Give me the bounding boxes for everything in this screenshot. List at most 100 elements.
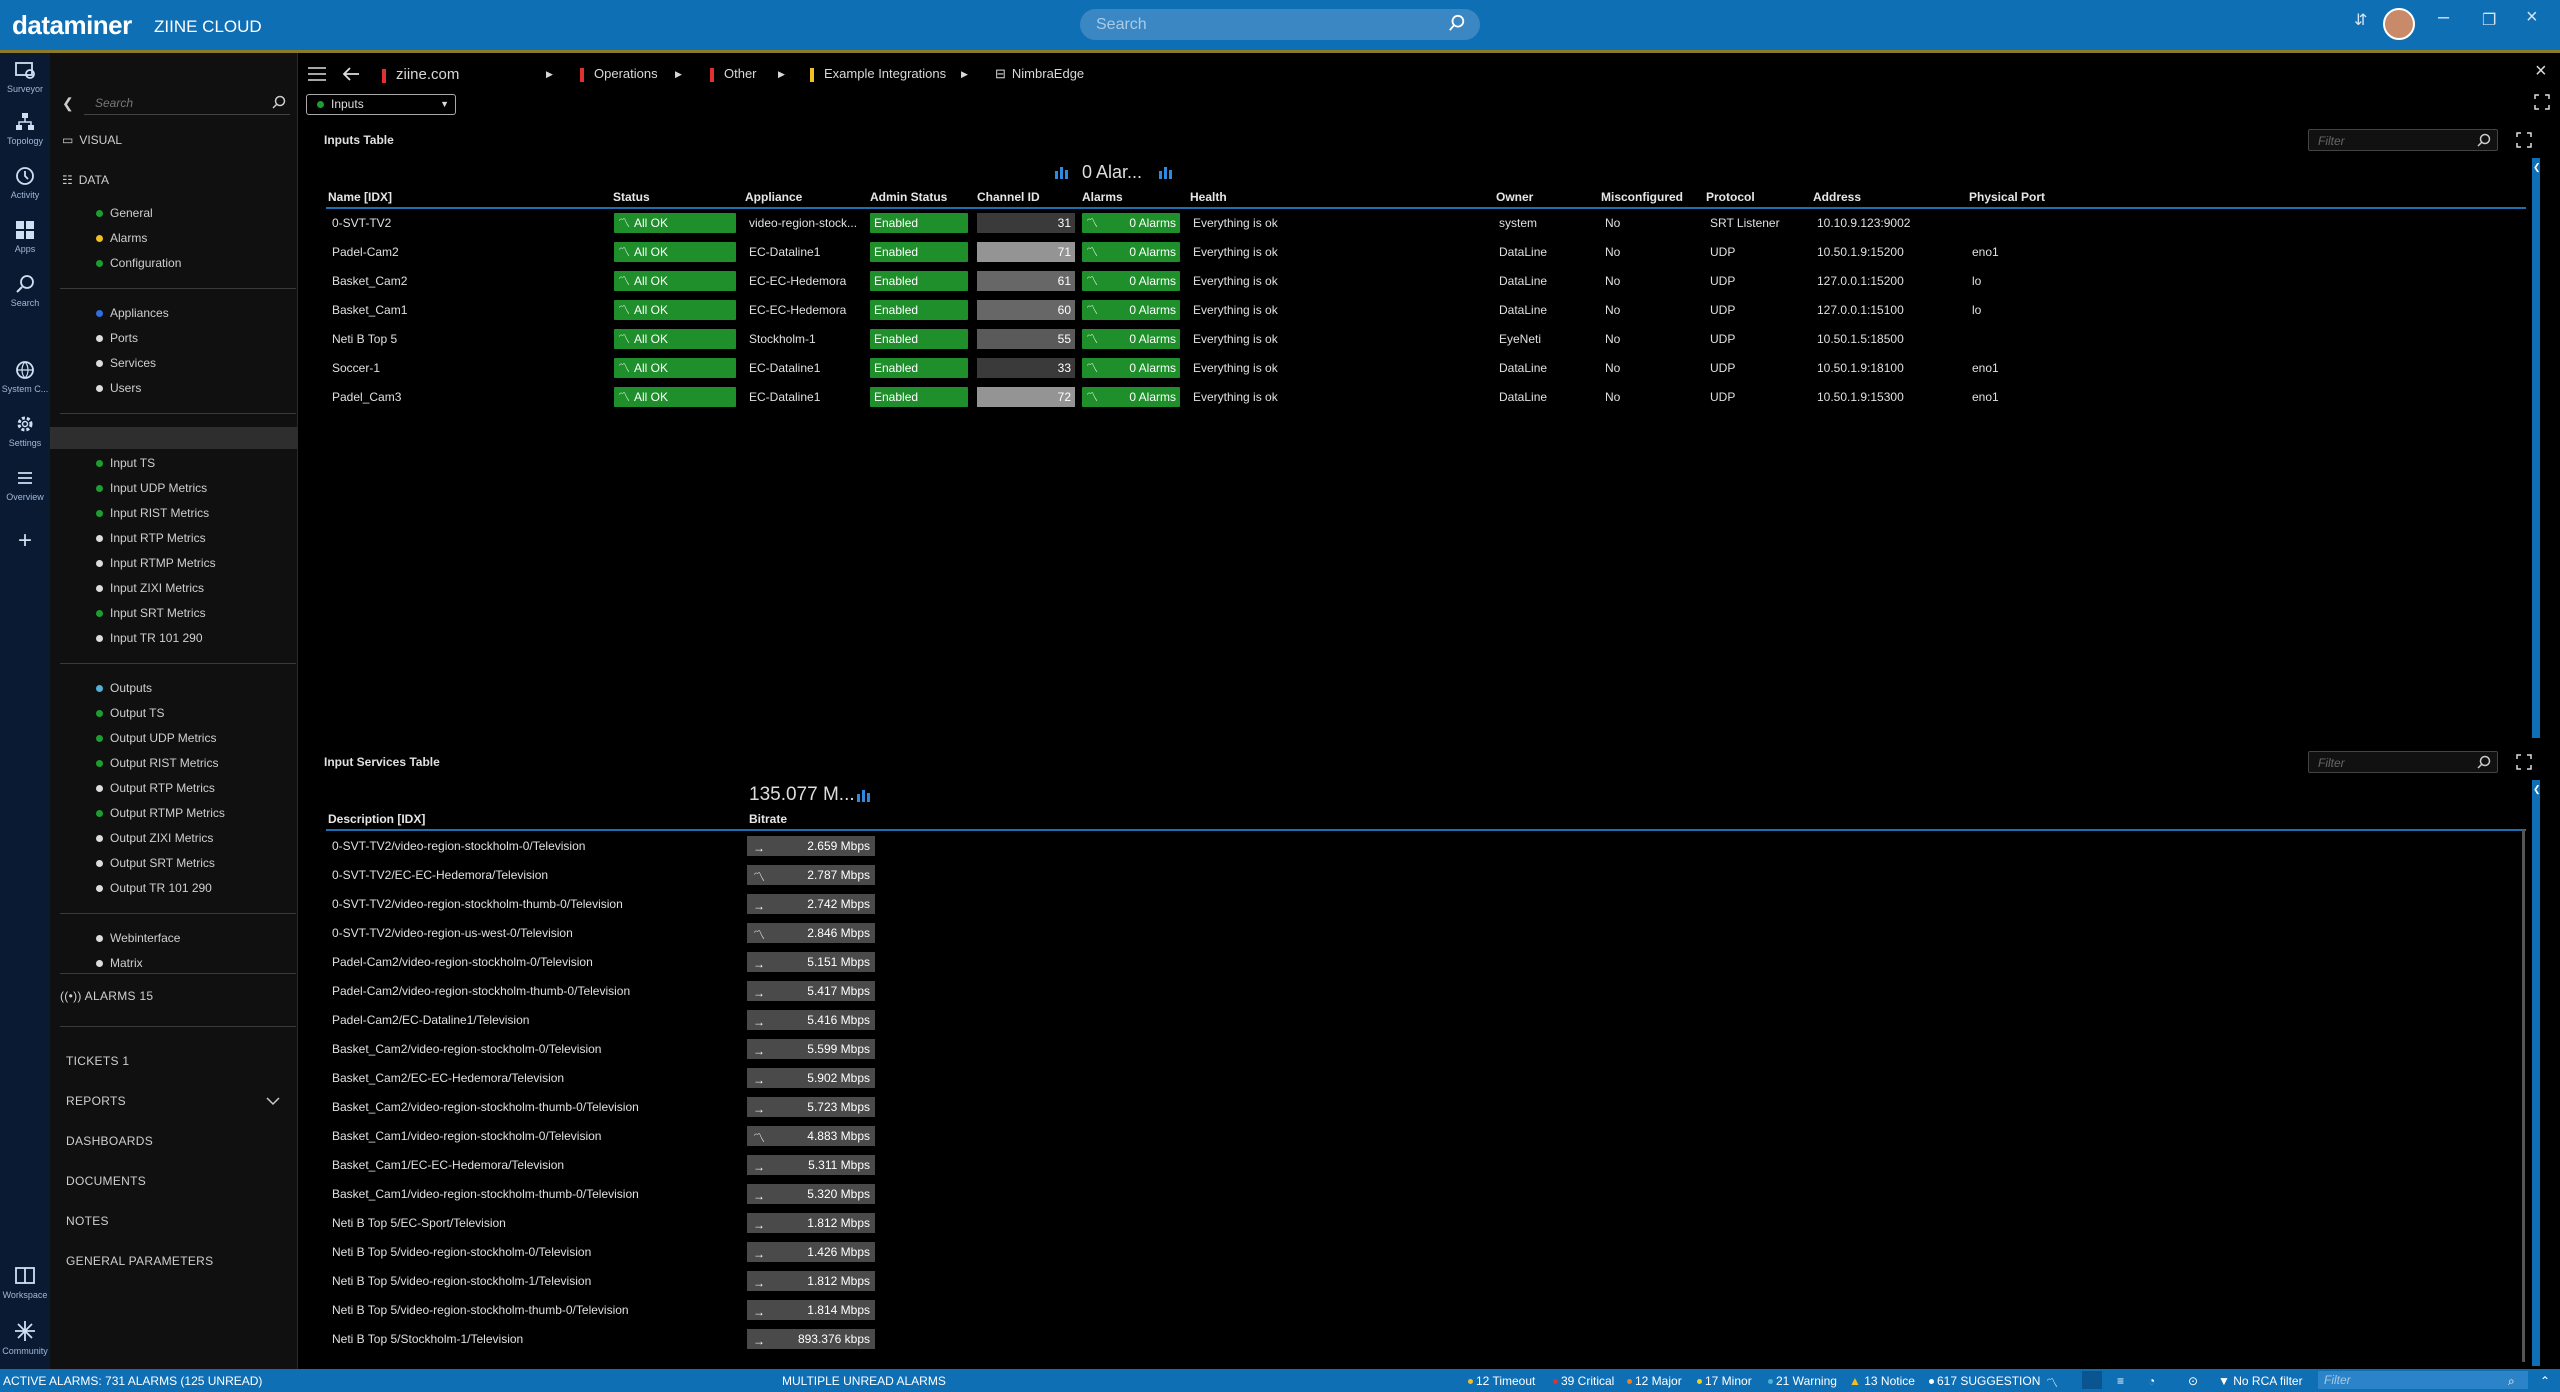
expand-table-icon[interactable] (2516, 132, 2532, 148)
list-view-icon[interactable] (2082, 1371, 2102, 1389)
bitrate-cell[interactable]: → 5.599 Mbps (747, 1039, 875, 1059)
nav-item[interactable]: Input RIST Metrics (96, 503, 209, 523)
search-icon[interactable] (2477, 755, 2491, 769)
bitrate-cell[interactable]: → 5.417 Mbps (747, 981, 875, 1001)
alarms-badge[interactable]: 〽 0 Alarms (1082, 213, 1180, 233)
nav-item[interactable]: Services (96, 353, 156, 373)
search-icon[interactable] (1448, 14, 1466, 32)
nav-item[interactable]: Input SRT Metrics (96, 603, 206, 623)
bitrate-cell[interactable]: → 1.812 Mbps (747, 1213, 875, 1233)
service-description[interactable]: Neti B Top 5/video-region-stockholm-0/Te… (332, 1245, 591, 1259)
bitrate-cell[interactable]: 〽 2.787 Mbps (747, 865, 875, 885)
column-header[interactable]: Physical Port (1969, 190, 2045, 204)
breadcrumb-item[interactable]: Other (710, 66, 757, 82)
nav-item[interactable]: Matrix (96, 953, 143, 973)
bitrate-cell[interactable]: → 5.311 Mbps (747, 1155, 875, 1175)
breadcrumb-item[interactable]: Example Integrations (810, 66, 946, 82)
column-header[interactable]: Name [IDX] (328, 190, 392, 204)
channel-id-cell[interactable]: 71 (977, 242, 1075, 262)
status-badge[interactable]: 〽 All OK (614, 242, 736, 262)
nav-item[interactable]: Input UDP Metrics (96, 478, 207, 498)
service-description[interactable]: 0-SVT-TV2/video-region-us-west-0/Televis… (332, 926, 573, 940)
nav-tickets[interactable]: TICKETS 1 (66, 1054, 129, 1068)
services-scrollbar[interactable] (2532, 780, 2540, 1366)
clock-icon[interactable]: ◔ (2148, 1374, 2155, 1388)
global-search-input[interactable]: Search (1080, 9, 1480, 40)
add-app-icon[interactable]: + (0, 527, 50, 555)
alarms-badge[interactable]: 〽 0 Alarms (1082, 242, 1180, 262)
service-description[interactable]: Neti B Top 5/video-region-stockholm-1/Te… (332, 1274, 591, 1288)
search-icon[interactable] (272, 95, 286, 109)
unread-alarms-notice[interactable]: MULTIPLE UNREAD ALARMS (782, 1374, 946, 1388)
breadcrumb-item[interactable]: ziine.com (382, 66, 459, 83)
nav-search-input[interactable]: Search (95, 96, 133, 110)
nav-item[interactable]: Output SRT Metrics (96, 853, 215, 873)
status-badge[interactable]: 〽 All OK (614, 213, 736, 233)
nav-item[interactable]: Output RTMP Metrics (96, 803, 225, 823)
service-description[interactable]: 0-SVT-TV2/video-region-stockholm-thumb-0… (332, 897, 623, 911)
expand-table-icon[interactable] (2516, 754, 2532, 770)
service-description[interactable]: 0-SVT-TV2/EC-EC-Hedemora/Television (332, 868, 548, 882)
nav-item[interactable]: Output RIST Metrics (96, 753, 218, 773)
admin-status-badge[interactable]: Enabled (870, 300, 968, 320)
status-badge[interactable]: 〽 All OK (614, 329, 736, 349)
bitrate-cell[interactable]: → 5.151 Mbps (747, 952, 875, 972)
status-badge[interactable]: 〽 All OK (614, 271, 736, 291)
service-description[interactable]: Padel-Cam2/video-region-stockholm-thumb-… (332, 984, 630, 998)
status-badge[interactable]: 〽 All OK (614, 300, 736, 320)
nav-item[interactable]: Output ZIXI Metrics (96, 828, 213, 848)
column-header[interactable]: Address (1813, 190, 1861, 204)
input-name[interactable]: Basket_Cam2 (332, 274, 407, 288)
nav-item[interactable]: Input TS (96, 453, 155, 473)
avatar[interactable] (2383, 8, 2415, 40)
bitrate-cell[interactable]: → 1.426 Mbps (747, 1242, 875, 1262)
channel-id-cell[interactable]: 60 (977, 300, 1075, 320)
rail-activity[interactable]: Activity (0, 165, 50, 200)
notice-count[interactable]: ▲ 13 Notice (1849, 1374, 1915, 1388)
active-alarms-count[interactable]: ACTIVE ALARMS: 731 ALARMS (125 UNREAD) (3, 1374, 262, 1388)
nav-general-parameters[interactable]: GENERAL PARAMETERS (66, 1254, 213, 1268)
minimize-icon[interactable]: – (2438, 6, 2449, 36)
input-name[interactable]: 0-SVT-TV2 (332, 216, 391, 230)
service-description[interactable]: Basket_Cam2/video-region-stockholm-0/Tel… (332, 1042, 601, 1056)
alarms-badge[interactable]: 〽 0 Alarms (1082, 387, 1180, 407)
bitrate-cell[interactable]: → 5.902 Mbps (747, 1068, 875, 1088)
service-description[interactable]: Basket_Cam2/EC-EC-Hedemora/Television (332, 1071, 564, 1085)
service-description[interactable]: Neti B Top 5/video-region-stockholm-thum… (332, 1303, 629, 1317)
close-window-icon[interactable]: × (2526, 6, 2538, 36)
target-icon[interactable]: ⊙ (2188, 1374, 2198, 1388)
column-header[interactable]: Misconfigured (1601, 190, 1683, 204)
minor-count[interactable]: 17 Minor (1697, 1374, 1752, 1388)
trend-icon[interactable]: 〽 (2046, 1374, 2058, 1391)
timeout-count[interactable]: 12 Timeout (1468, 1374, 1535, 1388)
column-header[interactable]: Alarms (1082, 190, 1123, 204)
input-name[interactable]: Padel-Cam2 (332, 245, 399, 259)
bitrate-cell[interactable]: → 5.416 Mbps (747, 1010, 875, 1030)
column-header[interactable]: Description [IDX] (328, 812, 425, 826)
service-description[interactable]: 0-SVT-TV2/video-region-stockholm-0/Telev… (332, 839, 585, 853)
warning-count[interactable]: 21 Warning (1768, 1374, 1837, 1388)
breadcrumb-item[interactable]: ⊟ NimbraEdge (995, 66, 1084, 82)
critical-count[interactable]: 39 Critical (1553, 1374, 1614, 1388)
bar-chart-icon[interactable] (1158, 165, 1174, 179)
maximize-icon[interactable] (2534, 94, 2550, 110)
bitrate-cell[interactable]: → 5.723 Mbps (747, 1097, 875, 1117)
admin-status-badge[interactable]: Enabled (870, 242, 968, 262)
nav-item[interactable]: Configuration (96, 253, 181, 273)
bitrate-cell[interactable]: → 2.742 Mbps (747, 894, 875, 914)
status-badge[interactable]: 〽 All OK (614, 387, 736, 407)
nav-item[interactable]: Output TR 101 290 (96, 878, 212, 898)
nav-reports[interactable]: REPORTS (66, 1094, 126, 1108)
channel-id-cell[interactable]: 55 (977, 329, 1075, 349)
breadcrumb-item[interactable]: Operations (580, 66, 658, 82)
nav-item[interactable]: Output TS (96, 703, 164, 723)
column-header[interactable]: Owner (1496, 190, 1533, 204)
rail-apps[interactable]: Apps (0, 219, 50, 254)
search-icon[interactable]: ⌕ (2508, 1374, 2515, 1389)
nav-item[interactable]: Alarms (96, 228, 147, 248)
nav-item[interactable]: Input RTP Metrics (96, 528, 206, 548)
bar-chart-icon[interactable] (1054, 165, 1070, 179)
column-header[interactable]: Protocol (1706, 190, 1755, 204)
back-arrow-icon[interactable] (342, 66, 360, 82)
bitrate-cell[interactable]: → 5.320 Mbps (747, 1184, 875, 1204)
